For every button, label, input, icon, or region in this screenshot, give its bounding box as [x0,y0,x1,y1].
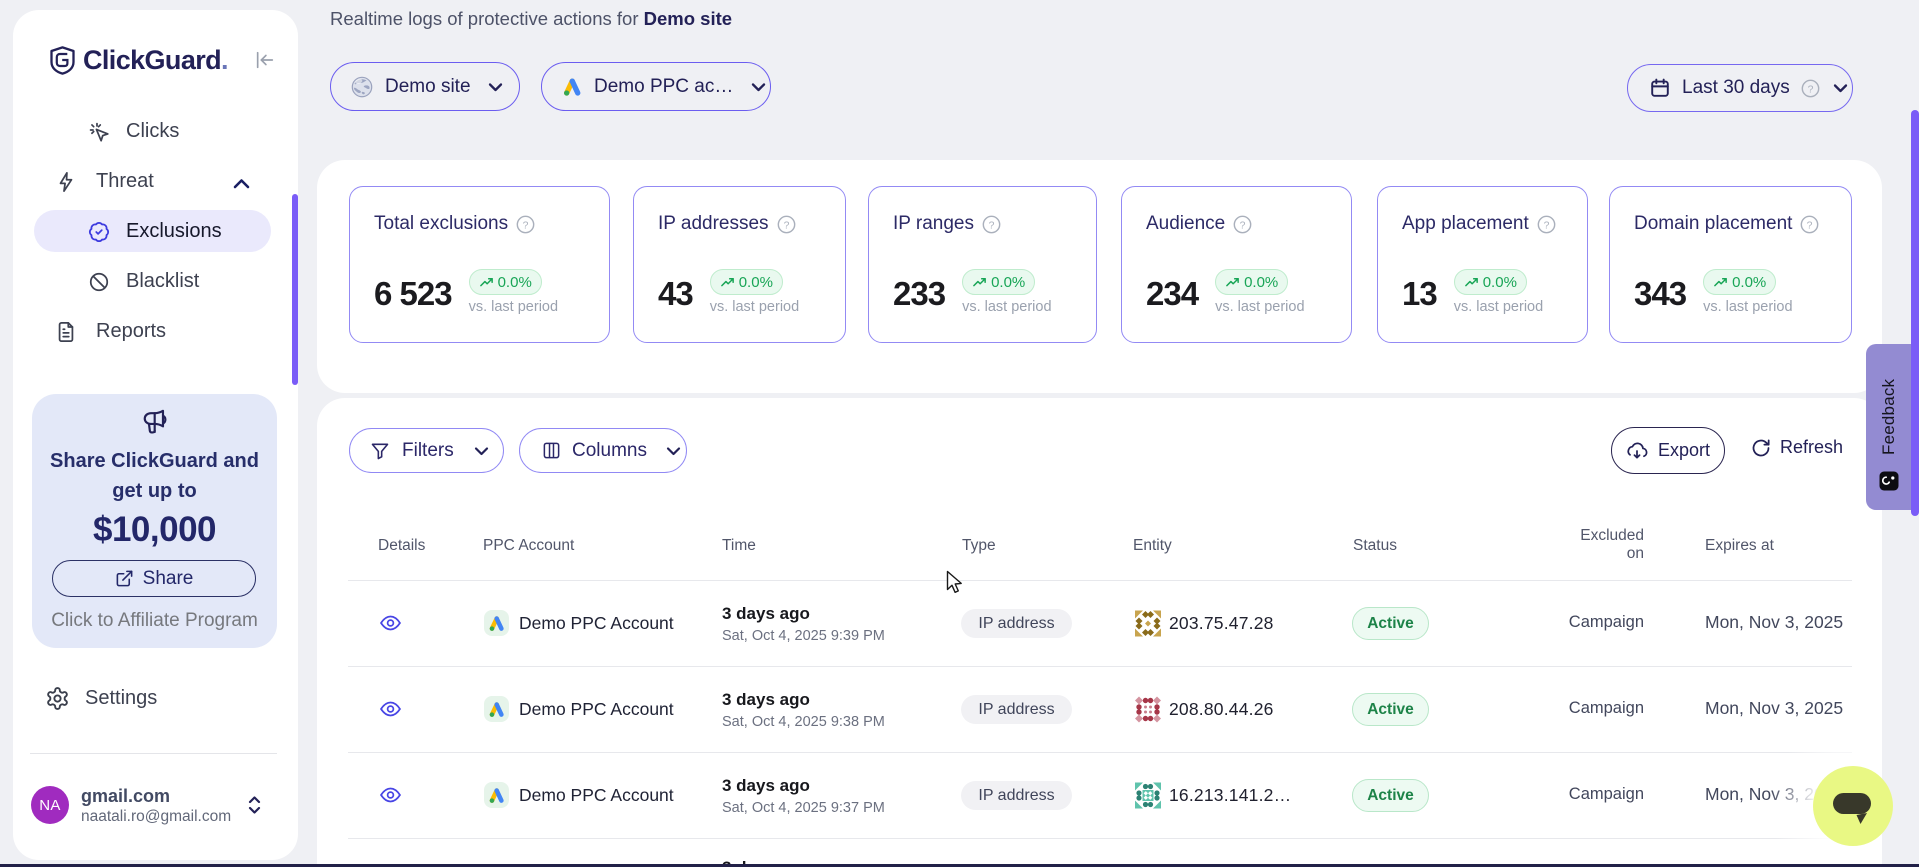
svg-text:?: ? [1543,220,1549,231]
svg-text:?: ? [1240,220,1246,231]
svg-text:?: ? [989,220,995,231]
svg-text:?: ? [1807,84,1813,95]
svg-text:?: ? [523,220,529,231]
svg-text:?: ? [783,220,789,231]
svg-text:?: ? [1807,220,1813,231]
